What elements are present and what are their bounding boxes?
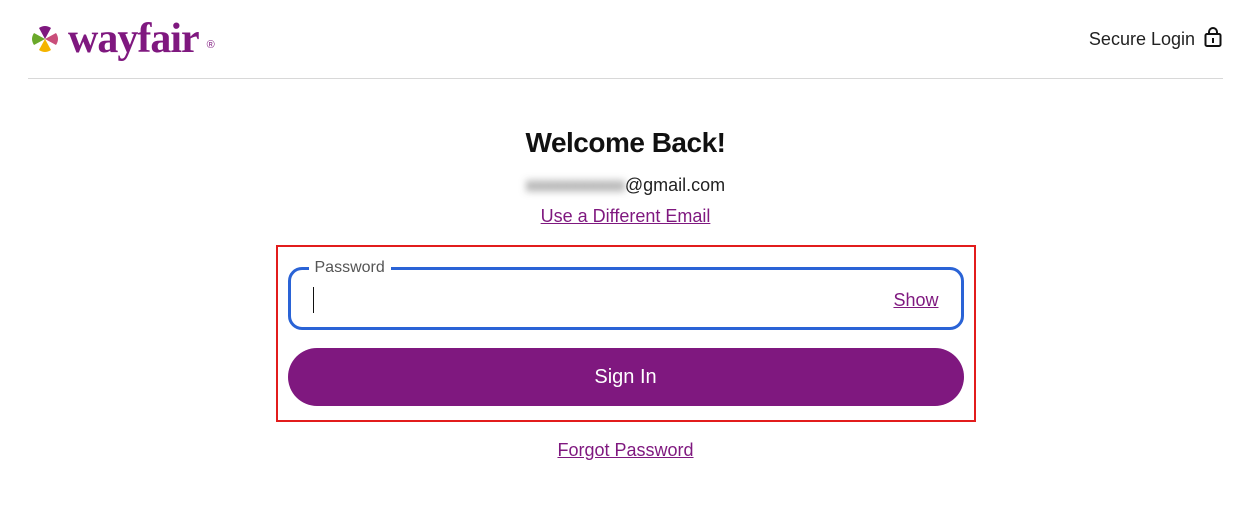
forgot-password-link[interactable]: Forgot Password [557,440,693,461]
header: wayfair ® Secure Login [0,0,1251,78]
registered-mark: ® [207,39,215,51]
password-field-wrap: Password Show [288,259,964,330]
wayfair-pinwheel-icon [28,22,62,56]
password-input[interactable] [314,289,894,312]
sign-in-button[interactable]: Sign In [288,348,964,406]
page-title: Welcome Back! [526,127,726,159]
show-password-button[interactable]: Show [893,290,938,311]
annotation-highlight: Password Show Sign In [276,245,976,422]
email-display: xxxxxxxxxxx@gmail.com [526,175,725,196]
email-visible: @gmail.com [625,175,725,195]
lock-icon [1203,26,1223,53]
brand-logo[interactable]: wayfair ® [28,18,215,60]
login-panel: Welcome Back! xxxxxxxxxxx@gmail.com Use … [0,79,1251,461]
password-label: Password [309,259,391,277]
secure-login-text: Secure Login [1089,29,1195,50]
secure-login-label: Secure Login [1089,26,1223,53]
password-fieldset: Password Show [288,259,964,330]
email-obscured: xxxxxxxxxxx [526,175,625,195]
use-different-email-link[interactable]: Use a Different Email [541,206,711,227]
brand-name: wayfair [68,18,199,60]
